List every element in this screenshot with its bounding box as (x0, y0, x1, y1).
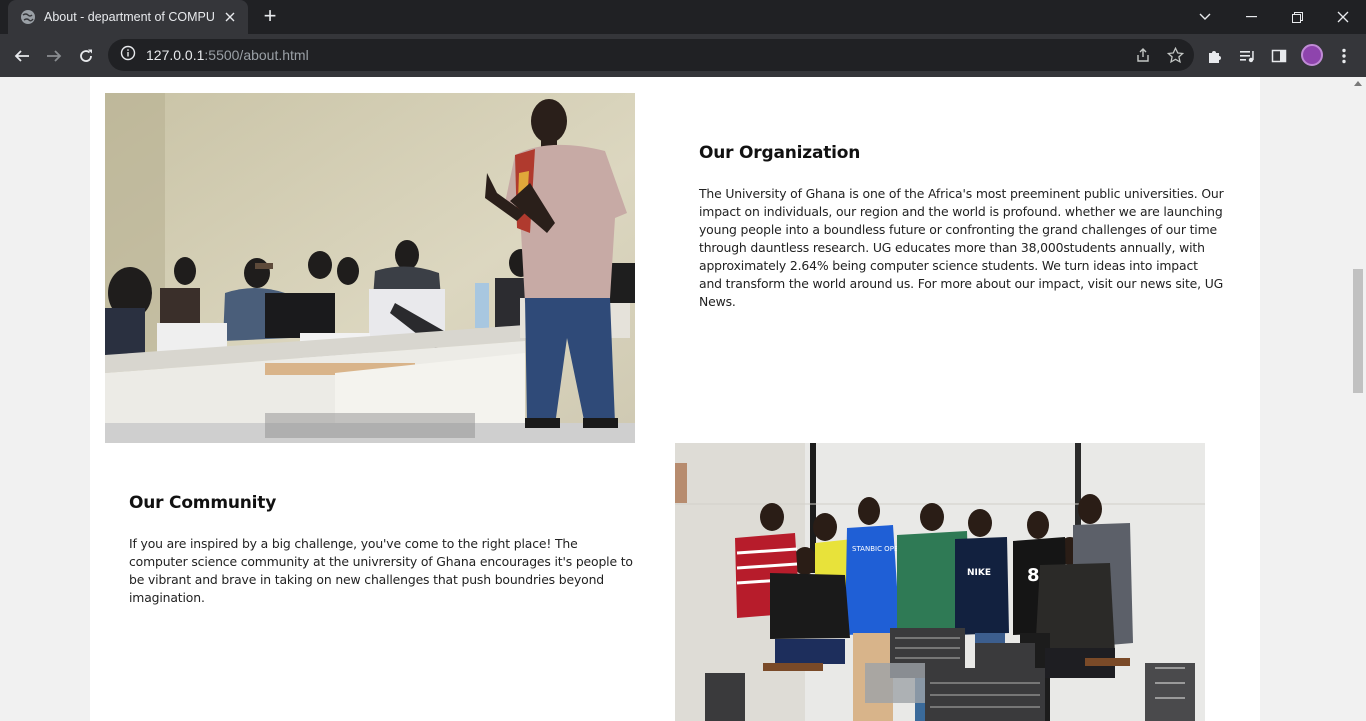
window-close-icon[interactable] (1320, 0, 1366, 34)
classroom-photo (105, 93, 635, 443)
back-arrow-icon[interactable] (8, 42, 36, 70)
restore-icon[interactable] (1274, 0, 1320, 34)
browser-titlebar: About - department of COMPUTER SCIENCE + (0, 0, 1366, 34)
url-text: 127.0.0.1:5500/about.html (146, 47, 309, 63)
organization-title: Our Organization (699, 143, 861, 163)
profile-avatar[interactable] (1301, 44, 1323, 66)
organization-body: The University of Ghana is one of the Af… (699, 186, 1224, 309)
url-host: 127.0.0.1 (146, 47, 205, 63)
new-tab-button[interactable]: + (258, 5, 282, 29)
share-icon[interactable] (1134, 46, 1152, 64)
community-group-photo: STANBIC OPEN BANKING NIKE 86 (675, 443, 1205, 721)
browser-tab-active[interactable]: About - department of COMPUTER SCIENCE (8, 0, 248, 34)
minimize-icon[interactable] (1228, 0, 1274, 34)
tab-search-chevron-icon[interactable] (1182, 0, 1228, 34)
url-path: :5500/about.html (204, 47, 309, 63)
close-icon[interactable] (222, 9, 238, 25)
page-viewport: Our Organization The University of Ghana… (0, 77, 1350, 721)
globe-icon (20, 9, 36, 25)
reload-icon[interactable] (72, 42, 100, 70)
more-menu-icon[interactable] (1334, 46, 1354, 66)
community-title: Our Community (129, 493, 277, 513)
page-scrollbar[interactable] (1350, 77, 1366, 721)
community-body: If you are inspired by a big challenge, … (129, 536, 633, 605)
extensions-puzzle-icon[interactable] (1205, 46, 1225, 66)
shirt-brand-text: NIKE (967, 568, 991, 578)
bookmark-star-icon[interactable] (1166, 46, 1184, 64)
address-bar[interactable]: 127.0.0.1:5500/about.html (108, 39, 1194, 71)
info-icon[interactable] (120, 45, 136, 65)
side-panel-icon[interactable] (1269, 46, 1289, 66)
browser-toolbar: 127.0.0.1:5500/about.html (0, 34, 1366, 77)
media-queue-icon[interactable] (1237, 46, 1257, 66)
tab-title: About - department of COMPUTER SCIENCE (44, 10, 214, 24)
scrollbar-thumb[interactable] (1353, 269, 1363, 393)
about-page-container: Our Organization The University of Ghana… (90, 77, 1260, 721)
forward-arrow-icon[interactable] (40, 42, 68, 70)
scroll-up-arrow-icon[interactable] (1354, 81, 1362, 86)
